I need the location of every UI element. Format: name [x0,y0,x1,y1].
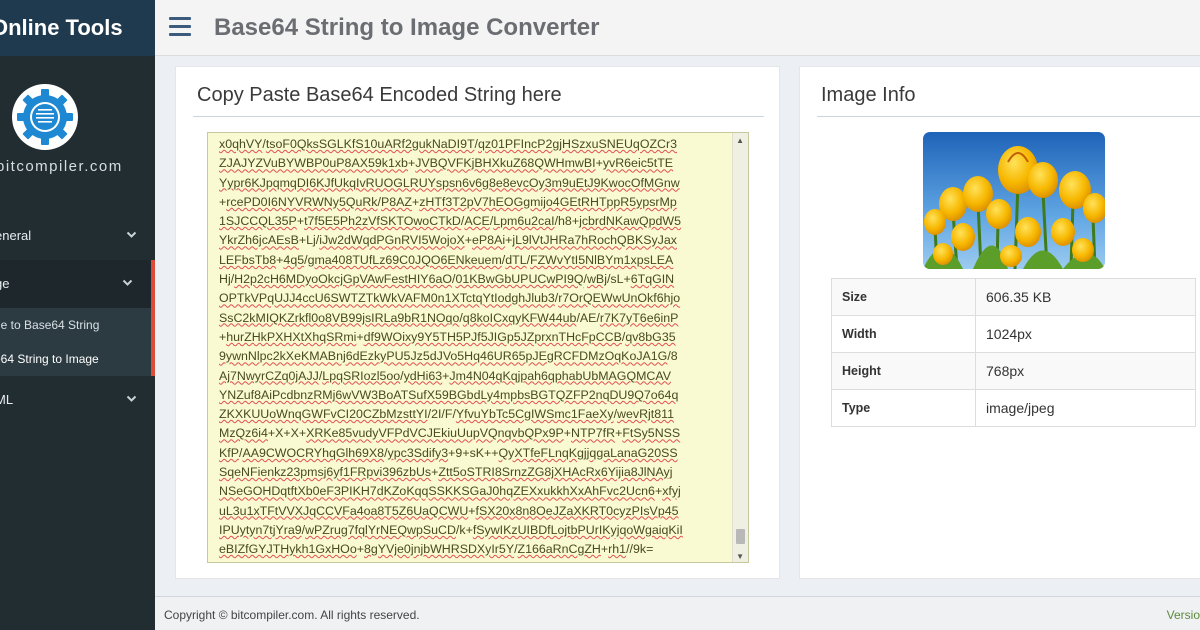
base64-line: x0qhVY/tsoF0QksSGLKfS10uARf2gukNaDI9T/qz… [219,137,677,151]
info-key: Width [831,315,976,353]
copyright-text: Copyright © bitcompiler.com. All rights … [164,608,420,622]
info-panel: Image Info Size 606.35 KB Width 1024px H… [799,66,1200,579]
base64-line: YNZuf8AiPcdbnzRMj6wVW3BoATSufX59BGbdLy4m… [219,387,679,402]
sidebar-item-label: ge [0,276,10,291]
base64-line: Hj/H2p2cH6MDyoOkcjGpVAwFestHIY6aO/01KBwG… [219,272,675,287]
sidebar-item-image[interactable]: ge [0,260,155,308]
base64-line: OPTkVPqUJJ4ccU6SWTZTkWkVAFM0n1XTctqYtIod… [219,291,681,306]
sidebar-subitem-image-to-base64[interactable]: ge to Base64 String [0,308,151,342]
base64-line: LEFbsTb8+4q5/gma408TUfLz69C0JQO6ENkeuem/… [219,252,674,267]
input-panel: Copy Paste Base64 Encoded String here x0… [175,66,780,579]
sidebar-menu: eneral ge ge to Base64 String e64 String… [0,212,155,424]
base64-line: NSeGOHDqtftXb0eF3PIKH7dKZoKqqSSKKSGaJ0hq… [219,484,681,499]
input-panel-title: Copy Paste Base64 Encoded String here [197,84,562,106]
image-info-table: Size 606.35 KB Width 1024px Height 768px… [831,278,1196,427]
base64-line: KfP/AA9CWOCRYhqGlh69X8/ypc3Sdify3+9+sK++… [219,445,678,460]
scroll-down-icon[interactable]: ▼ [736,552,744,561]
info-key: Type [831,389,976,427]
base64-line: ZKXKUUoWnqGWFvCI20CZbMzsttYI/2I/F/YfvuYb… [219,407,674,422]
sidebar-item-general[interactable]: eneral [0,212,155,260]
base64-line: YkrZh6jcAEsB+Lj/iJw2dWqdPGnRVI5WojoX+eP8… [219,233,677,248]
gear-logo-icon[interactable] [12,84,78,150]
info-value: 768px [975,352,1196,390]
sidebar-subitem-base64-to-image[interactable]: e64 String to Image [0,342,151,376]
info-value: image/jpeg [975,389,1196,427]
top-header: Base64 String to Image Converter [155,0,1200,56]
base64-line: MzQz6i4+X+X+XRKe85vudyVFPdVCJEkiuUupVQnq… [219,426,681,441]
page-title: Base64 String to Image Converter [214,14,600,41]
base64-line: +rcePD0I6NYVRWNy5QuRk/P8AZ+zHTf3T2pV7hEO… [219,194,677,209]
base64-line: SqeNFienkz23pmsj6yf1FRpvi396zbUs+Ztt5oST… [219,465,673,480]
sidebar-submenu: ge to Base64 String e64 String to Image [0,308,155,376]
base64-line: 1SJCCQL35P+t7f5E5Ph2zVfSKTOwoCTkD/ACE/Lp… [219,214,681,229]
base64-line: +hurZHkPXHXtXhqSRmi+df9WOixy9Y5TH5PJf5JI… [219,329,676,344]
table-row: Width 1024px [831,315,1196,353]
base64-line: Yypr6KJpqmqDI6KJfUkqIvRUOGLRUYspsn6v6g8e… [219,175,680,190]
sidebar-item-label: eneral [0,228,32,243]
sidebar-item-label: ML [0,392,14,407]
scroll-up-icon[interactable]: ▲ [736,136,744,145]
base64-line: 9ywnNlpc2kXeKMABnj6dEzkyPU5Jz5dJVo5Hq46U… [219,349,678,364]
info-panel-title: Image Info [821,84,916,106]
info-value: 1024px [975,315,1196,353]
base64-line: ZJAJYZVuBYWBP0uP8AX59k1xb+JVBQVFKjBHXkuZ… [219,156,674,171]
chevron-down-icon [122,260,133,308]
textarea-scrollbar[interactable]: ▲ ▼ [732,133,748,562]
base64-line: eBIZfGYJTHykh1GxHOo+8gYVje0jnjbWHRSDXyIr… [219,542,654,557]
base64-line: IPUytyn7tjYra9/wPZrug7fqlYrNEQwpSuCD/k+f… [219,522,683,537]
footer: Copyright © bitcompiler.com. All rights … [155,596,1200,630]
sidebar-item-html[interactable]: ML [0,376,155,424]
hamburger-icon[interactable] [169,17,191,37]
chevron-down-icon [126,376,137,424]
info-value: 606.35 KB [975,278,1196,316]
table-row: Type image/jpeg [831,389,1196,427]
base64-text: x0qhVY/tsoF0QksSGLKfS10uARf2gukNaDI9T/qz… [219,135,725,560]
divider [193,116,764,117]
scroll-thumb[interactable] [736,529,745,544]
info-key: Height [831,352,976,390]
info-key: Size [831,278,976,316]
version-text: Versio [1166,608,1200,622]
brand-title[interactable]: Online Tools [0,0,155,56]
divider [817,116,1200,117]
table-row: Size 606.35 KB [831,278,1196,316]
table-row: Height 768px [831,352,1196,390]
sidebar: Online Tools bitcompiler.com neral e ge … [0,0,155,630]
site-name: bitcompiler.com [0,158,123,175]
image-preview [923,132,1105,269]
base64-line: SsC2kMIQKZrkfl0o8VB99jsIRLa9bR1NOqo/q8ko… [219,310,679,325]
base64-line: uL3u1xTFtVVXJqCCVFa4oa8T5Z6UaQCWU+fSX20x… [219,503,679,518]
base64-textarea[interactable]: x0qhVY/tsoF0QksSGLKfS10uARf2gukNaDI9T/qz… [207,132,749,563]
chevron-down-icon [126,212,137,260]
base64-line: Aj7NwyrCZq0jAJJ/LpqSRIozl5oo/ydHi63+Jm4N… [219,368,671,383]
